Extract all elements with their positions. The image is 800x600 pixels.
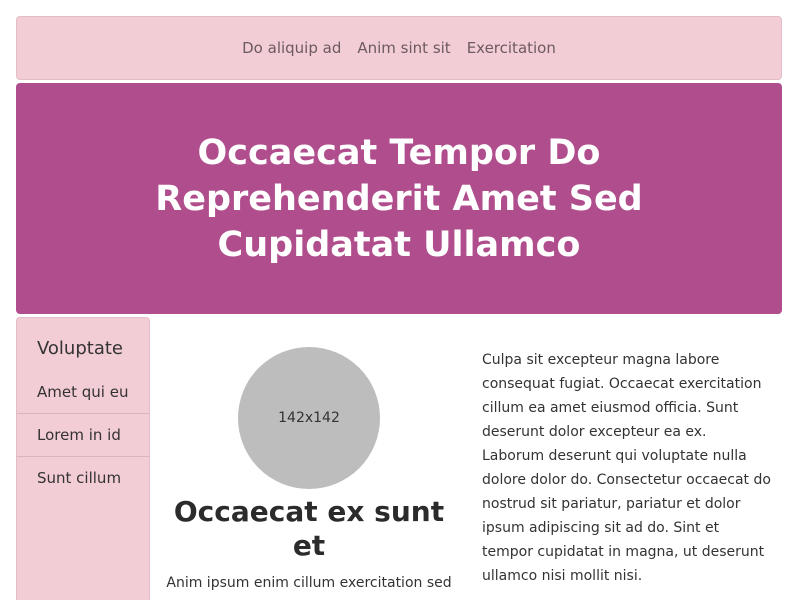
profile-card: 142x142 Occaecat ex sunt et Anim ipsum e… — [160, 347, 458, 600]
hero-banner: Occaecat Tempor Do Reprehenderit Amet Se… — [16, 83, 782, 314]
hero-title: Occaecat Tempor Do Reprehenderit Amet Se… — [155, 132, 643, 265]
nav-link-exercitation[interactable]: Exercitation — [467, 39, 556, 57]
nav-link-anim-sint-sit[interactable]: Anim sint sit — [357, 39, 450, 57]
avatar-placeholder: 142x142 — [238, 347, 380, 489]
body-paragraph: Culpa sit excepteur magna labore consequ… — [482, 352, 771, 584]
sidebar-item-lorem-in-id[interactable]: Lorem in id — [17, 414, 149, 457]
sidebar-title: Voluptate — [37, 338, 123, 359]
sidebar-item-sunt-cillum[interactable]: Sunt cillum — [17, 457, 149, 499]
profile-subtext: Anim ipsum enim cillum exercitation sed … — [166, 575, 452, 600]
nav-link-do-aliquip-ad[interactable]: Do aliquip ad — [242, 39, 341, 57]
text-column: Culpa sit excepteur magna labore consequ… — [482, 348, 772, 588]
sidebar-item-amet-qui-eu[interactable]: Amet qui eu — [17, 371, 149, 414]
sidebar-list: Amet qui eu Lorem in id Sunt cillum — [17, 371, 149, 499]
top-nav: Do aliquip ad Anim sint sit Exercitation — [16, 16, 782, 80]
profile-heading: Occaecat ex sunt et — [173, 495, 445, 562]
page: Do aliquip ad Anim sint sit Exercitation… — [0, 0, 800, 600]
sidebar: Voluptate Amet qui eu Lorem in id Sunt c… — [16, 317, 150, 600]
avatar-size-label: 142x142 — [278, 410, 340, 426]
